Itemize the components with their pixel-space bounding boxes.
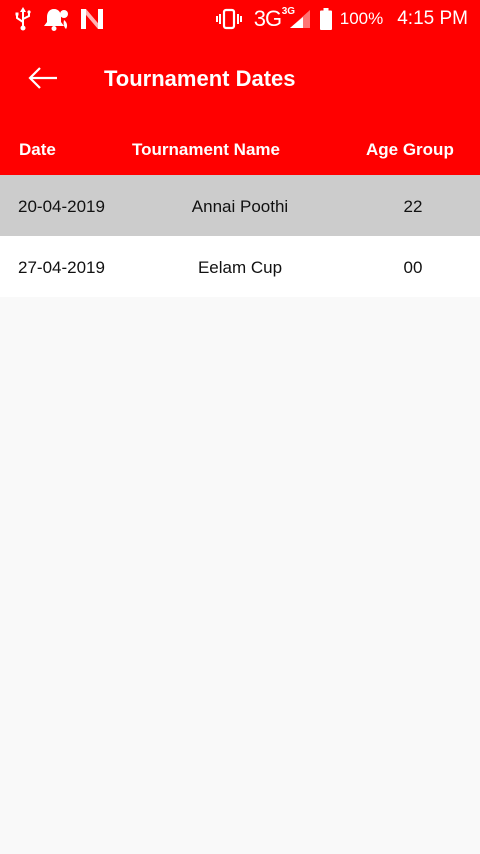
network-indicator: 3G 3G <box>254 5 310 33</box>
row-age-group: 00 <box>403 258 423 277</box>
header-age-group: Age Group <box>366 140 454 159</box>
signal-icon <box>289 10 310 28</box>
bell-icon <box>42 6 70 32</box>
row-tournament-name: Eelam Cup <box>197 258 283 277</box>
battery-icon <box>319 8 332 30</box>
header-tournament-name: Tournament Name <box>132 140 280 159</box>
network-type: 3G <box>253 6 282 31</box>
n-logo-icon <box>80 8 104 30</box>
row-age-group: 22 <box>403 197 423 216</box>
page-title: Tournament Dates <box>104 66 296 91</box>
table-header: Date Tournament Name Age Group <box>0 122 480 175</box>
status-right-icons: 3G 3G 100% 4:15 PM <box>215 0 468 38</box>
back-button[interactable] <box>22 60 64 100</box>
app-bar: Tournament Dates <box>0 38 480 122</box>
row-date: 27-04-2019 <box>18 258 105 277</box>
battery-percent: 100% <box>339 9 384 28</box>
table-row[interactable]: 27-04-2019 Eelam Cup 00 <box>0 236 480 297</box>
arrow-left-icon <box>28 66 58 94</box>
status-bar: 3G 3G 100% 4:15 PM <box>0 0 480 38</box>
usb-icon <box>14 7 32 31</box>
row-tournament-name: Annai Poothi <box>191 197 289 216</box>
vibrate-icon <box>215 8 242 30</box>
clock: 4:15 PM <box>397 8 468 29</box>
row-date: 20-04-2019 <box>18 197 105 216</box>
header-date: Date <box>19 140 56 159</box>
table-row[interactable]: 20-04-2019 Annai Poothi 22 <box>0 175 480 236</box>
status-left-icons <box>14 5 104 33</box>
tournament-list: 20-04-2019 Annai Poothi 22 27-04-2019 Ee… <box>0 175 480 297</box>
